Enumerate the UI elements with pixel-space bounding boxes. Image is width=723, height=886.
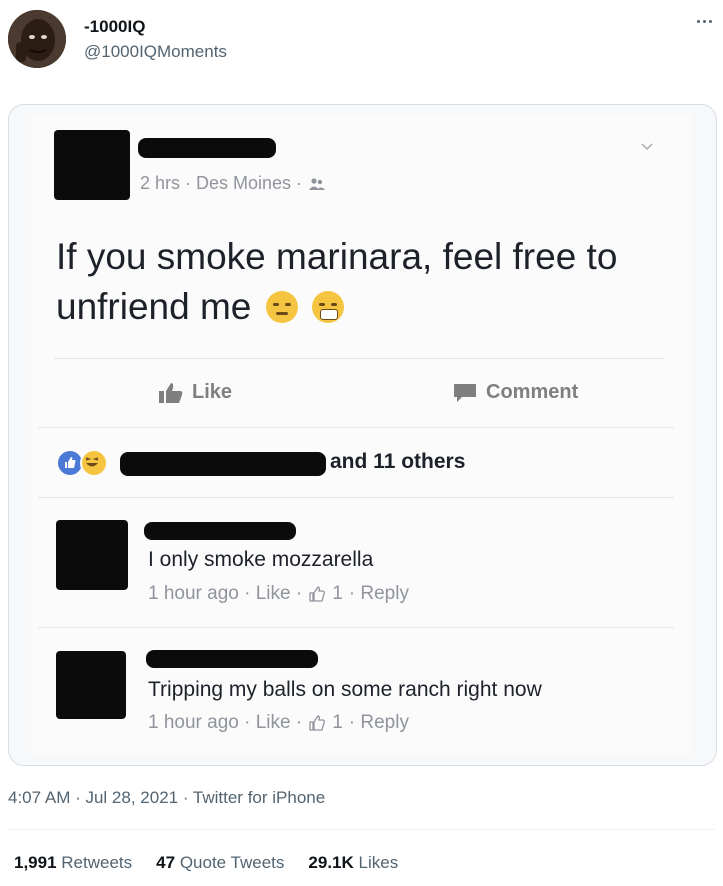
retweets-count: 1,991 — [14, 853, 57, 872]
reaction-icons[interactable] — [56, 449, 108, 477]
grimacing-emoji-icon — [311, 291, 344, 323]
comment-like-count: 1 — [332, 583, 343, 604]
comment-meta: 1 hour ago · Like · 1 · Reply — [148, 583, 409, 605]
chevron-down-icon — [641, 143, 653, 151]
unamused-emoji-icon — [265, 291, 298, 323]
redacted-commenter-avatar — [56, 651, 126, 719]
reply-link[interactable]: · Reply — [349, 583, 409, 605]
divider — [38, 497, 674, 498]
comment-button[interactable]: Comment — [452, 381, 578, 404]
facebook-screenshot — [31, 115, 691, 755]
divider — [38, 627, 674, 628]
likes-count: 29.1K — [308, 853, 354, 872]
author-name[interactable]: -1000IQ — [84, 17, 145, 37]
redacted-reactor-names — [120, 452, 326, 476]
quote-tweets-stat[interactable]: 47 Quote Tweets — [156, 853, 284, 873]
comment-text: I only smoke mozzarella — [148, 548, 374, 571]
retweets-stat[interactable]: 1,991 Retweets — [14, 853, 132, 873]
post-text: If you smoke marinara, feel free to unfr… — [56, 232, 676, 332]
redacted-commenter-avatar — [56, 520, 128, 590]
redacted-poster-avatar — [54, 130, 130, 200]
author-handle[interactable]: @1000IQMoments — [84, 42, 227, 62]
thumbs-up-icon — [309, 586, 326, 602]
friends-icon — [309, 177, 326, 190]
more-icon[interactable] — [690, 10, 718, 32]
divider — [38, 427, 674, 428]
quotes-count: 47 — [156, 853, 176, 872]
likes-label: Likes — [358, 853, 399, 872]
quotes-label: Quote Tweets — [179, 853, 285, 872]
comment-like-count: 1 — [332, 712, 343, 733]
tweet-stats: 1,991 Retweets 47 Quote Tweets 29.1K Lik… — [14, 853, 398, 873]
reactions-count[interactable]: and 11 others — [330, 450, 465, 474]
like-button[interactable]: Like — [158, 381, 232, 404]
divider — [54, 358, 664, 359]
redacted-commenter-name — [146, 650, 318, 668]
tweet-timestamp[interactable]: 4:07 AM · Jul 28, 2021 · Twitter for iPh… — [8, 788, 325, 808]
comment-time: 1 hour ago · Like · — [148, 712, 303, 733]
comment-label: Comment — [486, 381, 579, 403]
comment-time: 1 hour ago · Like · — [148, 583, 303, 604]
thumbs-up-icon — [309, 715, 326, 731]
post-meta-text: 2 hrs · Des Moines · — [140, 173, 303, 193]
comment-meta: 1 hour ago · Like · 1 · Reply — [148, 712, 409, 734]
likes-stat[interactable]: 29.1K Likes — [308, 853, 398, 873]
haha-reaction-icon — [80, 449, 108, 477]
author-avatar[interactable] — [8, 10, 66, 68]
like-label: Like — [192, 381, 233, 403]
like-icon — [159, 382, 183, 403]
redacted-commenter-name — [144, 522, 296, 540]
reply-link[interactable]: · Reply — [349, 712, 409, 734]
divider — [8, 829, 715, 830]
comment-icon — [454, 383, 476, 402]
redacted-poster-name — [138, 138, 276, 158]
comment-text: Tripping my balls on some ranch right no… — [148, 678, 542, 701]
post-meta: 2 hrs · Des Moines · — [140, 173, 326, 194]
retweets-label: Retweets — [61, 853, 133, 872]
